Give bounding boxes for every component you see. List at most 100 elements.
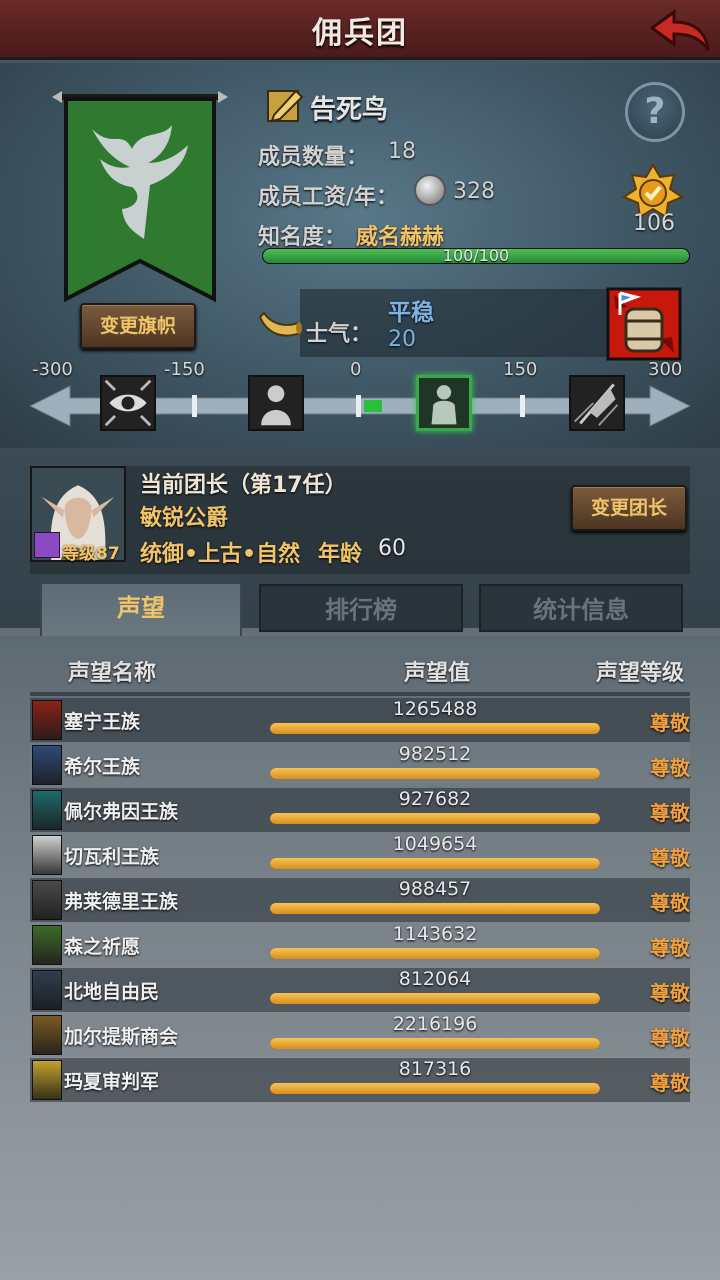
faction-name: 加尔提斯商会 bbox=[64, 1026, 179, 1048]
sad-figure-icon[interactable] bbox=[248, 375, 304, 431]
reputation-bar bbox=[270, 858, 600, 869]
reputation-bar-fill bbox=[270, 993, 600, 1004]
reputation-value: 1143632 bbox=[392, 923, 478, 945]
faction-name: 弗莱德里王族 bbox=[64, 891, 179, 913]
header-divider bbox=[30, 692, 690, 696]
silver-coin-icon bbox=[414, 174, 446, 206]
leader-age-label: 年龄 bbox=[318, 542, 363, 567]
reputation-value: 927682 bbox=[398, 788, 472, 810]
reputation-value: 988457 bbox=[398, 878, 472, 900]
tick-label: 150 bbox=[503, 359, 538, 380]
faction-name: 北地自由民 bbox=[64, 981, 160, 1003]
guild-name: 告死鸟 bbox=[310, 95, 389, 125]
faction-name: 塞宁王族 bbox=[64, 711, 141, 733]
change-flag-button[interactable]: 变更旗帜 bbox=[80, 303, 196, 349]
faction-crest-icon bbox=[32, 790, 62, 830]
list-item[interactable]: 希尔王族 982512 尊敬 bbox=[30, 743, 690, 787]
reputation-bar-fill bbox=[270, 813, 600, 824]
reputation-bar bbox=[270, 903, 600, 914]
leader-title: 当前团长（第17任） bbox=[140, 473, 347, 498]
list-item[interactable]: 弗莱德里王族 988457 尊敬 bbox=[30, 878, 690, 922]
faction-name: 切瓦利王族 bbox=[64, 846, 160, 868]
reputation-bar bbox=[270, 1038, 600, 1049]
calm-figure-icon[interactable] bbox=[416, 375, 472, 431]
reputation-level: 尊敬 bbox=[650, 936, 690, 960]
tab-statistics[interactable]: 统计信息 bbox=[479, 584, 683, 632]
reputation-value: 1049654 bbox=[392, 833, 478, 855]
reputation-value: 812064 bbox=[398, 968, 472, 990]
reputation-level: 尊敬 bbox=[650, 711, 690, 735]
header-bar: 佣兵团 bbox=[0, 0, 720, 60]
reputation-bar bbox=[270, 768, 600, 779]
reputation-bar bbox=[270, 1083, 600, 1094]
rank-value: 106 bbox=[633, 211, 675, 236]
tab-ranking[interactable]: 排行榜 bbox=[259, 584, 463, 632]
reputation-bar-fill bbox=[270, 903, 600, 914]
morale-state: 平稳 bbox=[388, 300, 434, 326]
staff-class-icon bbox=[34, 532, 60, 558]
help-button[interactable]: ? bbox=[625, 82, 685, 142]
tab-reputation[interactable]: 声望 bbox=[40, 582, 242, 636]
leader-name: 敏锐公爵 bbox=[140, 506, 229, 531]
reputation-bar bbox=[270, 993, 600, 1004]
list-item[interactable]: 北地自由民 812064 尊敬 bbox=[30, 968, 690, 1012]
faction-name: 佩尔弗因王族 bbox=[64, 801, 179, 823]
eye-icon[interactable] bbox=[100, 375, 156, 431]
faction-crest-icon bbox=[32, 745, 62, 785]
reputation-level: 尊敬 bbox=[650, 801, 690, 825]
reputation-level: 尊敬 bbox=[650, 1071, 690, 1095]
guild-info-panel: 变更旗帜 告死鸟 ? 成员数量： 18 成员工资/年： 328 知名度： 威名赫… bbox=[0, 63, 720, 448]
fame-progress-text: 100/100 bbox=[442, 246, 510, 265]
list-item[interactable]: 塞宁王族 1265488 尊敬 bbox=[30, 698, 690, 742]
faction-name: 森之祈愿 bbox=[64, 936, 141, 958]
reputation-bar-fill bbox=[270, 1083, 600, 1094]
tick-label: -150 bbox=[164, 359, 205, 380]
reputation-level: 尊敬 bbox=[650, 891, 690, 915]
reputation-value: 982512 bbox=[398, 743, 472, 765]
column-header-level: 声望等级 bbox=[596, 661, 685, 686]
members-value: 18 bbox=[388, 139, 416, 164]
page-title: 佣兵团 bbox=[312, 16, 408, 51]
wage-label: 成员工资/年： bbox=[258, 185, 399, 210]
reputation-bar bbox=[270, 723, 600, 734]
guild-banner bbox=[52, 91, 228, 303]
battle-flag-icon[interactable] bbox=[569, 375, 625, 431]
leader-attributes: 统御•上古•自然 bbox=[140, 542, 301, 567]
tick-label: -300 bbox=[32, 359, 73, 380]
tick-label: 300 bbox=[648, 359, 683, 380]
list-item[interactable]: 森之祈愿 1143632 尊敬 bbox=[30, 923, 690, 967]
change-leader-button[interactable]: 变更团长 bbox=[571, 485, 687, 531]
list-item[interactable]: 切瓦利王族 1049654 尊敬 bbox=[30, 833, 690, 877]
faction-crest-icon bbox=[32, 925, 62, 965]
reputation-value: 2216196 bbox=[392, 1013, 478, 1035]
list-item[interactable]: 玛夏审判军 817316 尊敬 bbox=[30, 1058, 690, 1102]
faction-crest-icon bbox=[32, 835, 62, 875]
barrel-icon[interactable] bbox=[606, 287, 682, 361]
reputation-level: 尊敬 bbox=[650, 756, 690, 780]
reputation-bar-fill bbox=[270, 1038, 600, 1049]
list-item[interactable]: 加尔提斯商会 2216196 尊敬 bbox=[30, 1013, 690, 1057]
reputation-level: 尊敬 bbox=[650, 981, 690, 1005]
faction-name: 希尔王族 bbox=[64, 756, 141, 778]
tick-label: 0 bbox=[350, 359, 362, 380]
faction-crest-icon bbox=[32, 1015, 62, 1055]
reputation-bar bbox=[270, 813, 600, 824]
reputation-bar bbox=[270, 948, 600, 959]
reputation-bar-fill bbox=[270, 948, 600, 959]
morale-label: 士气： bbox=[306, 322, 373, 347]
reputation-value: 817316 bbox=[398, 1058, 472, 1080]
reputation-level: 尊敬 bbox=[650, 846, 690, 870]
reputation-value: 1265488 bbox=[392, 698, 478, 720]
morale-track: -300 -150 0 150 300 bbox=[0, 359, 720, 444]
pencil-edit-icon[interactable] bbox=[266, 85, 304, 123]
reputation-bar-fill bbox=[270, 858, 600, 869]
faction-crest-icon bbox=[32, 880, 62, 920]
column-header-name: 声望名称 bbox=[68, 661, 157, 686]
horn-icon bbox=[258, 311, 302, 337]
list-item[interactable]: 佩尔弗因王族 927682 尊敬 bbox=[30, 788, 690, 832]
reputation-bar-fill bbox=[270, 768, 600, 779]
members-label: 成员数量： bbox=[258, 145, 369, 170]
wage-value: 328 bbox=[453, 179, 495, 204]
back-arrow-icon[interactable] bbox=[648, 6, 712, 54]
leader-level: 等级87 bbox=[62, 544, 120, 564]
